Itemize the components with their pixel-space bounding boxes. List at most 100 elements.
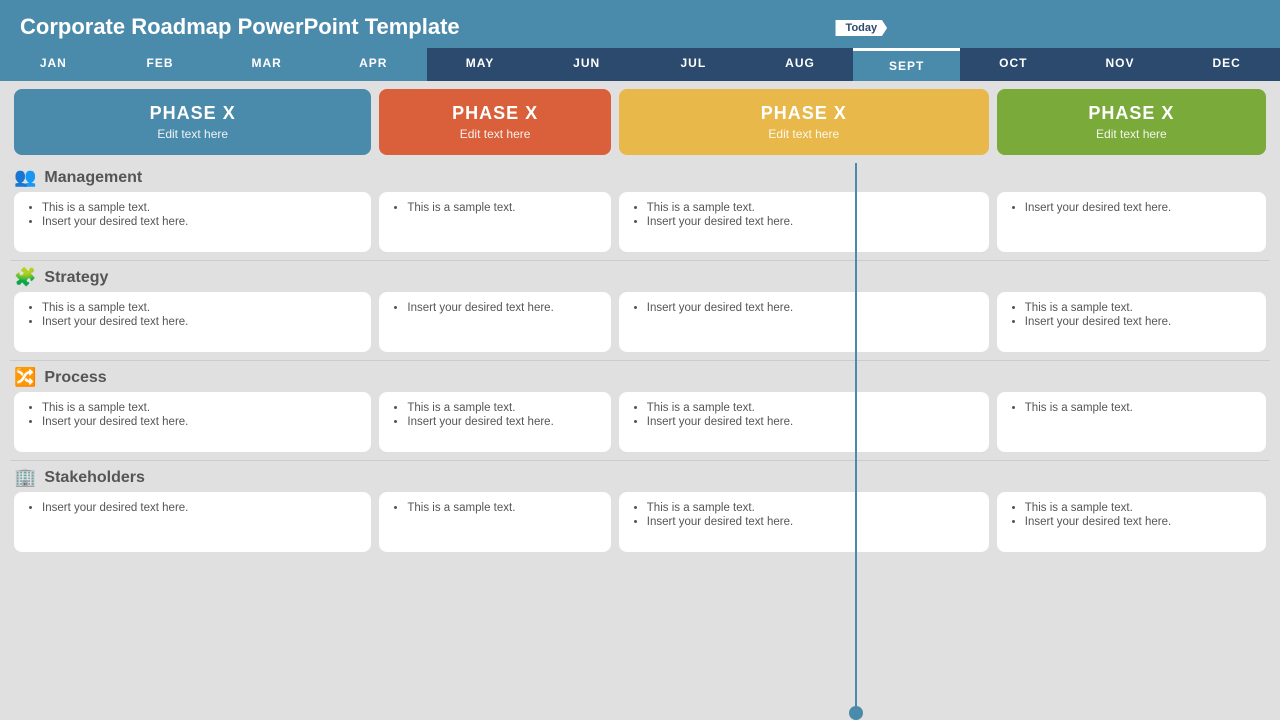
section-cards-row-2: This is a sample text. Insert your desire… bbox=[10, 392, 1270, 452]
section-stakeholders: 🏢 Stakeholders Insert your desired text … bbox=[0, 463, 1280, 558]
card-item: Insert your desired text here. bbox=[647, 516, 977, 528]
section-card-3-2[interactable]: This is a sample text. Insert your desire… bbox=[619, 492, 989, 552]
card-item: Insert your desired text here. bbox=[647, 416, 977, 428]
phases-row: PHASE X Edit text here PHASE X Edit text… bbox=[0, 81, 1280, 163]
months-wrapper: Today JANFEBMARAPRMAYJUNJULAUGSEPTOCTNOV… bbox=[0, 48, 1280, 81]
card-item: This is a sample text. bbox=[42, 302, 359, 314]
content-area: PHASE X Edit text here PHASE X Edit text… bbox=[0, 81, 1280, 720]
month-cell-oct: OCT bbox=[960, 48, 1067, 81]
section-card-1-1[interactable]: Insert your desired text here. bbox=[379, 292, 610, 352]
section-cards-row-1: This is a sample text. Insert your desire… bbox=[10, 292, 1270, 352]
section-card-0-3[interactable]: Insert your desired text here. bbox=[997, 192, 1266, 252]
phase-subtitle-1: Edit text here bbox=[389, 127, 600, 141]
section-header-strategy: 🧩 Strategy bbox=[10, 263, 1270, 292]
card-item: This is a sample text. bbox=[1025, 302, 1254, 314]
section-management: 👥 Management This is a sample text. Inser… bbox=[0, 163, 1280, 258]
month-cell-apr: APR bbox=[320, 48, 427, 81]
section-icon-2: 🔀 bbox=[14, 367, 36, 388]
section-cards-row-3: Insert your desired text here.This is a … bbox=[10, 492, 1270, 552]
card-item: Insert your desired text here. bbox=[42, 416, 359, 428]
phase-title-0: PHASE X bbox=[24, 103, 361, 124]
main-container: Corporate Roadmap PowerPoint Template To… bbox=[0, 0, 1280, 720]
section-card-2-1[interactable]: This is a sample text. Insert your desire… bbox=[379, 392, 610, 452]
section-card-2-2[interactable]: This is a sample text. Insert your desire… bbox=[619, 392, 989, 452]
sections-wrapper: 👥 Management This is a sample text.Inser… bbox=[0, 163, 1280, 562]
phase-card-1: PHASE X Edit text here bbox=[379, 89, 610, 155]
phase-title-2: PHASE X bbox=[629, 103, 979, 124]
card-item: Insert your desired text here. bbox=[1025, 202, 1254, 214]
phase-subtitle-3: Edit text here bbox=[1007, 127, 1256, 141]
card-item: This is a sample text. bbox=[407, 402, 598, 414]
phase-title-1: PHASE X bbox=[389, 103, 600, 124]
section-strategy: 🧩 Strategy This is a sample text. Insert … bbox=[0, 263, 1280, 358]
section-card-1-2[interactable]: Insert your desired text here. bbox=[619, 292, 989, 352]
section-card-3-1[interactable]: This is a sample text. bbox=[379, 492, 610, 552]
card-item: This is a sample text. bbox=[647, 402, 977, 414]
section-card-1-3[interactable]: This is a sample text. Insert your desire… bbox=[997, 292, 1266, 352]
month-cell-mar: MAR bbox=[213, 48, 320, 81]
phase-card-2: PHASE X Edit text here bbox=[619, 89, 989, 155]
card-item: Insert your desired text here. bbox=[407, 416, 598, 428]
card-item: Insert your desired text here. bbox=[647, 216, 977, 228]
section-card-0-2[interactable]: This is a sample text. Insert your desire… bbox=[619, 192, 989, 252]
section-card-0-1[interactable]: This is a sample text. bbox=[379, 192, 610, 252]
card-item: Insert your desired text here. bbox=[42, 216, 359, 228]
section-divider-1 bbox=[10, 360, 1270, 361]
section-icon-1: 🧩 bbox=[14, 267, 36, 288]
month-cell-feb: FEB bbox=[107, 48, 214, 81]
month-cell-dec: DEC bbox=[1173, 48, 1280, 81]
today-circle bbox=[849, 706, 863, 720]
section-card-0-0[interactable]: This is a sample text. Insert your desire… bbox=[14, 192, 371, 252]
card-item: Insert your desired text here. bbox=[42, 316, 359, 328]
card-item: This is a sample text. bbox=[42, 202, 359, 214]
card-item: This is a sample text. bbox=[407, 202, 598, 214]
month-cell-jun: JUN bbox=[533, 48, 640, 81]
section-divider-2 bbox=[10, 460, 1270, 461]
today-flag: Today bbox=[836, 20, 888, 36]
section-card-1-0[interactable]: This is a sample text. Insert your desire… bbox=[14, 292, 371, 352]
month-cell-aug: AUG bbox=[747, 48, 854, 81]
section-card-3-0[interactable]: Insert your desired text here. bbox=[14, 492, 371, 552]
card-item: Insert your desired text here. bbox=[407, 302, 598, 314]
title-text: Corporate Roadmap PowerPoint Template bbox=[20, 14, 460, 39]
card-item: Insert your desired text here. bbox=[42, 502, 359, 514]
months-row: JANFEBMARAPRMAYJUNJULAUGSEPTOCTNOVDEC bbox=[0, 48, 1280, 81]
month-cell-nov: NOV bbox=[1067, 48, 1174, 81]
section-header-stakeholders: 🏢 Stakeholders bbox=[10, 463, 1270, 492]
page-title: Corporate Roadmap PowerPoint Template bbox=[0, 0, 1280, 48]
section-icon-3: 🏢 bbox=[14, 467, 36, 488]
section-name-1: Strategy bbox=[44, 269, 108, 287]
card-item: This is a sample text. bbox=[647, 202, 977, 214]
section-name-2: Process bbox=[44, 369, 106, 387]
phase-card-3: PHASE X Edit text here bbox=[997, 89, 1266, 155]
section-card-3-3[interactable]: This is a sample text. Insert your desire… bbox=[997, 492, 1266, 552]
section-header-management: 👥 Management bbox=[10, 163, 1270, 192]
content-wrapper: 👥 Management This is a sample text.Inser… bbox=[0, 163, 1280, 720]
card-item: Insert your desired text here. bbox=[1025, 516, 1254, 528]
month-cell-jul: JUL bbox=[640, 48, 747, 81]
section-process: 🔀 Process This is a sample text. Insert y… bbox=[0, 363, 1280, 458]
month-cell-sept: SEPT bbox=[853, 48, 960, 81]
card-item: This is a sample text. bbox=[1025, 402, 1254, 414]
card-item: Insert your desired text here. bbox=[647, 302, 977, 314]
card-item: This is a sample text. bbox=[1025, 502, 1254, 514]
section-card-2-0[interactable]: This is a sample text. Insert your desire… bbox=[14, 392, 371, 452]
phase-title-3: PHASE X bbox=[1007, 103, 1256, 124]
month-cell-jan: JAN bbox=[0, 48, 107, 81]
section-icon-0: 👥 bbox=[14, 167, 36, 188]
card-item: This is a sample text. bbox=[407, 502, 598, 514]
phase-subtitle-0: Edit text here bbox=[24, 127, 361, 141]
section-cards-row-0: This is a sample text. Insert your desire… bbox=[10, 192, 1270, 252]
card-item: This is a sample text. bbox=[647, 502, 977, 514]
card-item: This is a sample text. bbox=[42, 402, 359, 414]
month-cell-may: MAY bbox=[427, 48, 534, 81]
section-divider-0 bbox=[10, 260, 1270, 261]
today-flag-label: Today bbox=[836, 20, 888, 36]
section-card-2-3[interactable]: This is a sample text. bbox=[997, 392, 1266, 452]
section-name-0: Management bbox=[44, 169, 142, 187]
phase-subtitle-2: Edit text here bbox=[629, 127, 979, 141]
card-item: Insert your desired text here. bbox=[1025, 316, 1254, 328]
section-header-process: 🔀 Process bbox=[10, 363, 1270, 392]
section-name-3: Stakeholders bbox=[44, 469, 144, 487]
phase-card-0: PHASE X Edit text here bbox=[14, 89, 371, 155]
